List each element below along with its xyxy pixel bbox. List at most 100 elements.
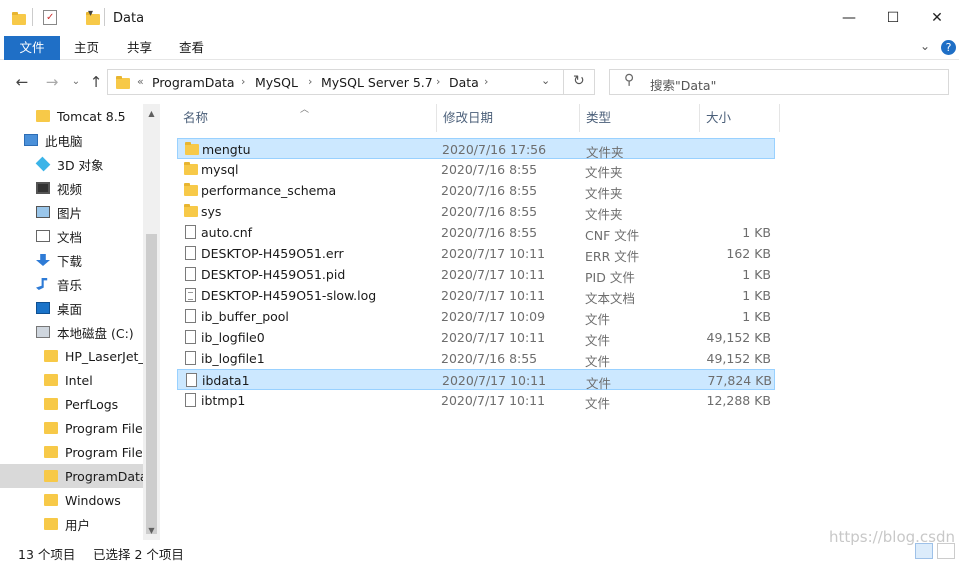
tab-share[interactable]: 共享 [115, 36, 164, 60]
sidebar-item[interactable]: PerfLogs [0, 392, 143, 416]
tab-home[interactable]: 主页 [62, 36, 111, 60]
scroll-down-arrow-icon[interactable]: ▼ [146, 526, 157, 535]
file-row[interactable]: ibtmp1 2020/7/17 10:11 文件 12,288 KB [177, 390, 775, 411]
sidebar-item[interactable]: 3D 对象 [0, 152, 143, 176]
sidebar-item[interactable]: 图片 [0, 200, 143, 224]
file-row[interactable]: DESKTOP-H459O51.pid 2020/7/17 10:11 PID 文件… [177, 264, 775, 285]
file-name: auto.cnf [201, 225, 253, 240]
file-row[interactable]: auto.cnf 2020/7/16 8:55 CNF 文件 1 KB [177, 222, 775, 243]
recent-locations-dropdown[interactable]: ⌄ [66, 72, 86, 92]
tab-view[interactable]: 查看 [167, 36, 216, 60]
address-bar[interactable]: « ProgramData › MySQL › MySQL Server 5.7… [107, 69, 595, 95]
folder-icon [184, 162, 198, 175]
sidebar-item[interactable]: 文档 [0, 224, 143, 248]
file-row[interactable]: ib_logfile1 2020/7/16 8:55 文件 49,152 KB [177, 348, 775, 369]
sidebar-item[interactable]: 桌面 [0, 296, 143, 320]
sidebar-item[interactable]: Tomcat 8.5 [0, 104, 143, 128]
file-type: 文件 [585, 396, 611, 411]
forward-button[interactable]: → [42, 72, 62, 92]
sidebar-item[interactable]: HP_LaserJet_E [0, 344, 143, 368]
file-row[interactable]: ib_logfile0 2020/7/17 10:11 文件 49,152 KB [177, 327, 775, 348]
back-button[interactable]: ← [12, 72, 32, 92]
file-row[interactable]: ib_buffer_pool 2020/7/17 10:09 文件 1 KB [177, 306, 775, 327]
sidebar-item[interactable]: Program Files [0, 440, 143, 464]
file-size: 162 KB [726, 246, 771, 261]
file-row[interactable]: ibdata1 2020/7/17 10:11 文件 77,824 KB [177, 369, 775, 391]
file-row[interactable]: sys 2020/7/16 8:55 文件夹 [177, 201, 775, 222]
search-box[interactable]: ⚲ 搜索"Data" [609, 69, 949, 95]
breadcrumb-separator[interactable]: › [241, 75, 245, 88]
divider [104, 8, 105, 26]
window-title: Data [113, 11, 145, 26]
sidebar-item[interactable]: 此电脑 [0, 128, 143, 152]
breadcrumb-programdata[interactable]: ProgramData [152, 75, 235, 90]
file-row[interactable]: performance_schema 2020/7/16 8:55 文件夹 [177, 180, 775, 201]
file-name: ibdata1 [202, 373, 250, 388]
file-date: 2020/7/17 10:11 [441, 330, 546, 345]
sidebar-item-label: Program Files [65, 420, 143, 436]
breadcrumb-separator[interactable]: › [308, 75, 312, 88]
file-name: ib_buffer_pool [201, 309, 289, 324]
folder-icon [44, 470, 58, 482]
sidebar-item-label: 文档 [57, 229, 83, 245]
sidebar-item[interactable]: Windows [0, 488, 143, 512]
sidebar-item-label: 下载 [57, 253, 83, 269]
sidebar-item[interactable]: 视频 [0, 176, 143, 200]
file-size: 1 KB [742, 225, 771, 240]
sidebar-scrollbar[interactable]: ▲ ▼ [143, 104, 160, 540]
scrollbar-thumb[interactable] [146, 234, 157, 534]
item-count: 13 个项目 [18, 547, 76, 562]
close-button[interactable]: ✕ [914, 0, 959, 36]
sidebar-item-label: 此电脑 [45, 133, 83, 149]
sidebar-item-label: ProgramData [65, 468, 143, 484]
tab-file[interactable]: 文件 [4, 36, 60, 60]
help-icon[interactable]: ? [941, 40, 956, 55]
sidebar-item[interactable]: 音乐 [0, 272, 143, 296]
breadcrumb-overflow[interactable]: « [137, 75, 144, 88]
search-input[interactable]: 搜索"Data" [650, 75, 716, 94]
column-header-name[interactable]: 名称 [177, 104, 437, 132]
ribbon-expand-icon[interactable]: ⌄ [920, 39, 930, 53]
sidebar-item[interactable]: 用户 [0, 512, 143, 536]
sidebar-item[interactable]: Intel [0, 368, 143, 392]
sidebar-item[interactable]: 本地磁盘 (C:) [0, 320, 143, 344]
file-date: 2020/7/16 17:56 [442, 142, 547, 157]
folder-icon [44, 350, 58, 362]
file-row[interactable]: mengtu 2020/7/16 17:56 文件夹 [177, 138, 775, 160]
minimize-button[interactable]: — [826, 0, 872, 36]
large-icons-view-button[interactable] [937, 543, 955, 559]
status-bar: 13 个项目 已选择 2 个项目 [0, 540, 959, 567]
file-type: 文件 [585, 354, 611, 369]
refresh-icon[interactable]: ↻ [573, 73, 585, 89]
file-row[interactable]: DESKTOP-H459O51.err 2020/7/17 10:11 ERR 文件… [177, 243, 775, 264]
column-header-type[interactable]: 类型 [580, 104, 700, 132]
breadcrumb-mysql-server[interactable]: MySQL Server 5.7 [321, 75, 433, 90]
folder-icon [44, 518, 58, 530]
file-date: 2020/7/17 10:11 [441, 267, 546, 282]
file-icon [186, 373, 197, 387]
properties-icon[interactable]: ✓ [43, 10, 57, 25]
file-size: 49,152 KB [706, 330, 771, 345]
column-header-size[interactable]: 大小 [700, 104, 780, 132]
file-name: ib_logfile1 [201, 351, 265, 366]
file-size: 77,824 KB [707, 373, 772, 388]
sidebar-item[interactable]: Program Files [0, 416, 143, 440]
breadcrumb-separator[interactable]: › [436, 75, 440, 88]
breadcrumb-mysql[interactable]: MySQL [255, 75, 298, 90]
breadcrumb-separator[interactable]: › [484, 75, 488, 88]
file-row[interactable]: DESKTOP-H459O51-slow.log 2020/7/17 10:11 文… [177, 285, 775, 306]
address-dropdown-icon[interactable]: ⌄ [541, 74, 550, 87]
sidebar-item[interactable]: 下载 [0, 248, 143, 272]
quick-access-dropdown-icon[interactable]: ▾ [88, 8, 93, 26]
sidebar-item-label: 本地磁盘 (C:) [57, 325, 134, 341]
column-header-date[interactable]: 修改日期 [437, 104, 580, 132]
details-view-button[interactable] [915, 543, 933, 559]
sidebar-item[interactable]: ProgramData [0, 464, 143, 488]
sidebar-item-label: 视频 [57, 181, 83, 197]
breadcrumb-data[interactable]: Data [449, 75, 479, 90]
maximize-button[interactable]: ☐ [870, 0, 916, 36]
up-button[interactable]: ↑ [86, 72, 106, 92]
file-row[interactable]: mysql 2020/7/16 8:55 文件夹 [177, 159, 775, 180]
sidebar-item-label: Windows [65, 492, 121, 508]
scroll-up-arrow-icon[interactable]: ▲ [146, 109, 157, 118]
